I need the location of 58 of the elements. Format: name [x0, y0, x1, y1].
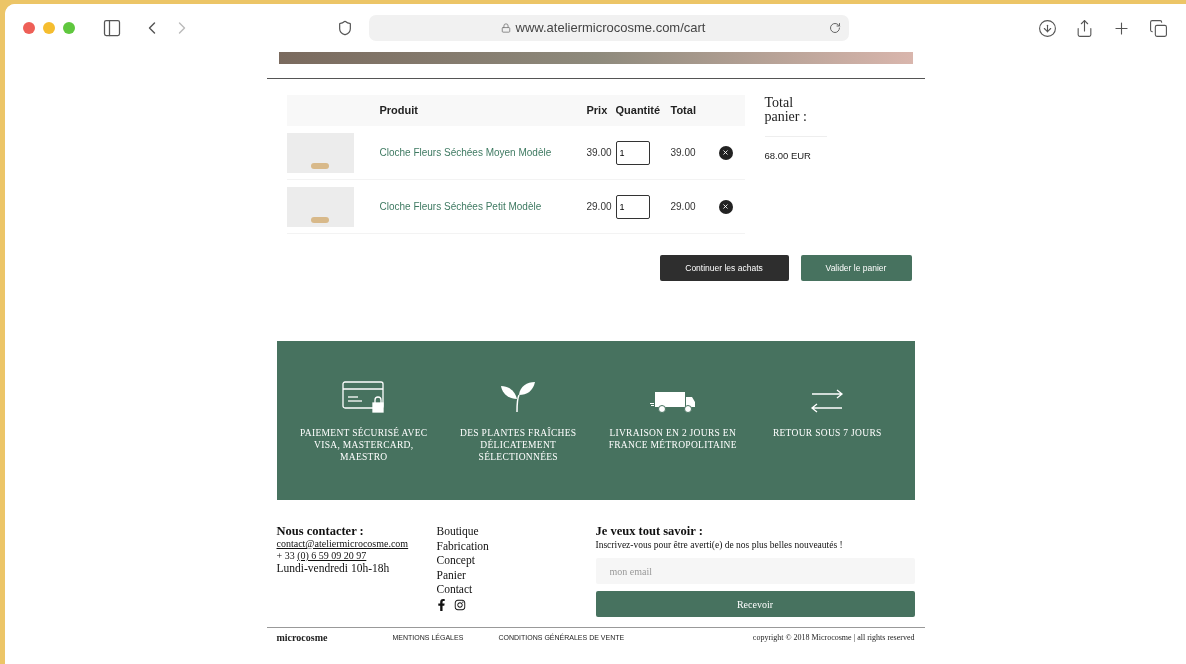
subscribe-button[interactable]: Recevoir [595, 591, 915, 618]
facebook-icon[interactable] [436, 598, 446, 611]
footer-link[interactable]: Fabrication [436, 538, 596, 554]
continue-shopping-button[interactable]: Continuer les achats [659, 255, 789, 281]
quantity-field[interactable]: 1 [615, 140, 650, 165]
truck-icon [649, 391, 696, 413]
checkout-button[interactable]: Valider le panier [800, 255, 912, 281]
opening-hours: Lundi-vendredi 10h-18h [276, 562, 391, 574]
column-header: Total [670, 103, 697, 119]
instagram-icon[interactable] [453, 598, 466, 611]
cart-total-heading: Total panier : [764, 96, 827, 137]
contact-heading: Nous contacter : [276, 524, 365, 538]
product-photo [286, 132, 354, 173]
remove-button[interactable] [718, 145, 733, 160]
footer-link[interactable]: Concept [436, 553, 596, 568]
product-photo [286, 186, 354, 227]
address-bar[interactable]: www.ateliermicrocosme.com/cart [369, 15, 849, 41]
total-text: 29.00 [670, 200, 697, 214]
price-text: 29.00 [586, 200, 613, 214]
logo[interactable]: microcosme [276, 633, 393, 644]
feature-text: RETOUR SOUS 7 JOURS [771, 427, 883, 439]
sprout-icon [500, 381, 537, 413]
url-text: www.ateliermicrocosme.com/cart [515, 19, 706, 38]
close-window-button[interactable] [23, 22, 35, 34]
newsletter-text: Inscrivez-vous pour être averti(e) de nos plus belles nouveautés ! [595, 539, 844, 552]
reload-icon[interactable] [829, 22, 841, 34]
credit-card-icon [341, 381, 386, 413]
swap-arrows-icon [810, 389, 845, 413]
tabs-overview-icon[interactable] [1149, 18, 1168, 38]
lock-icon [500, 23, 511, 33]
footer-link[interactable]: Panier [436, 567, 596, 583]
remove-button[interactable] [718, 199, 733, 214]
sidebar-icon[interactable] [102, 18, 122, 38]
cart-total-amount: 68.00 EUR [764, 149, 812, 163]
close-icon [722, 149, 729, 156]
footer-link[interactable]: Contact [436, 582, 596, 597]
price-text: 39.00 [586, 146, 613, 160]
product-link[interactable]: Cloche Fleurs Séchées Moyen Modèle [379, 145, 587, 160]
phone-prefix: + 33 [276, 550, 296, 561]
feature-text: LIVRAISON EN 2 JOURS EN FRANCE MÉTROPOLITAINE [607, 427, 738, 451]
product-link[interactable]: Cloche Fleurs Séchées Petit Modèle [379, 199, 587, 214]
column-header: Quantité [615, 103, 662, 119]
column-header: Produit [379, 103, 419, 119]
feature-text: DES PLANTES FRAÎCHES DÉLICATEMENT SÉLECTIONNÉES [459, 427, 578, 463]
phone-link[interactable]: (0) 6 59 09 20 97 [297, 550, 367, 561]
copyright-text: copyright © 2018 Microcosme | all rights reserved [752, 633, 915, 644]
close-icon [722, 203, 729, 210]
email-link[interactable]: contact@ateliermicrocosme.com [276, 538, 437, 550]
feature-text: PAIEMENT SÉCURISÉ AVEC VISA, MASTERCARD, MAESTRO [299, 427, 429, 463]
download-icon[interactable] [1038, 18, 1057, 38]
footer-link[interactable]: Boutique [436, 524, 596, 539]
column-header: Prix [586, 103, 609, 119]
total-text: 39.00 [670, 146, 697, 160]
share-icon[interactable] [1075, 18, 1094, 38]
quantity-field[interactable]: 1 [615, 194, 650, 219]
newsletter-heading: Je veux tout savoir : [595, 524, 704, 538]
email-field[interactable]: mon email [595, 558, 915, 585]
shield-icon[interactable] [337, 20, 353, 36]
